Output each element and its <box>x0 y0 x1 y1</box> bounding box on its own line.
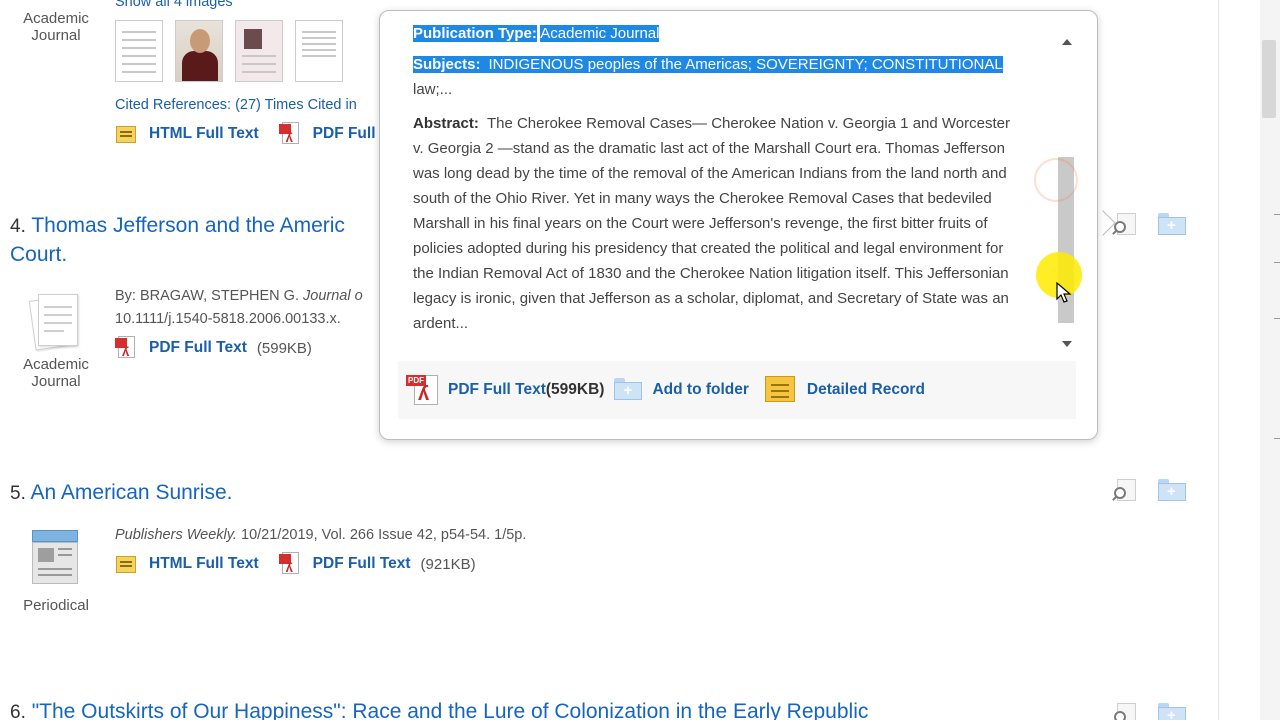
pdf-icon: ʎ <box>115 336 137 360</box>
thumbnail-image[interactable] <box>175 20 223 82</box>
detailed-record-link[interactable]: Detailed Record <box>807 381 925 399</box>
result-title-link[interactable]: Thomas Jefferson and the Americ <box>31 214 345 237</box>
page-scrollbar-thumb[interactable] <box>1262 40 1276 118</box>
preview-magnifier-icon[interactable] <box>1112 212 1138 236</box>
periodical-icon <box>30 530 84 590</box>
thumbnail-image[interactable] <box>115 20 163 82</box>
result3-links: HTML Full Text ʎ PDF Full <box>115 122 376 146</box>
result-source: Publishers Weekly. 10/21/2019, Vol. 266 … <box>115 527 527 543</box>
pdf-icon: PDF ʎ <box>406 373 442 407</box>
pdf-icon: ʎ <box>278 122 301 146</box>
popup-actions: PDF ʎ PDF Full Text (599KB) + Add to folde… <box>398 361 1076 419</box>
subjects-row: Subjects: INDIGENOUS peoples of the Ameri… <box>413 56 1003 98</box>
thumbnail-image[interactable] <box>295 20 343 82</box>
edge-mark <box>1274 214 1280 215</box>
result4-links: ʎ PDF Full Text (599KB) <box>115 336 312 360</box>
result-title[interactable]: 5. An American Sunrise. <box>10 479 232 508</box>
click-ripple <box>1034 158 1078 202</box>
edge-mark <box>1274 438 1280 439</box>
academic-journal-icon <box>28 292 82 351</box>
result-doi: 10.1111/j.1540-5818.2006.00133.x. <box>115 311 341 327</box>
preview-magnifier-icon[interactable] <box>1112 702 1138 720</box>
pdf-size: (599KB) <box>256 339 312 357</box>
result-title-link-cont[interactable]: Court. <box>10 243 67 266</box>
pdf-size: (921KB) <box>420 555 476 573</box>
result-title-link[interactable]: "The Outskirts of Our Happiness": Race a… <box>32 700 869 720</box>
result-title[interactable]: 4. Thomas Jefferson and the Americ Court… <box>10 212 345 269</box>
result5-links: HTML Full Text ʎ PDF Full Text (921KB) <box>115 552 476 576</box>
pdf-full-text-link[interactable]: PDF Full Text <box>448 381 546 399</box>
edge-mark <box>1274 318 1280 319</box>
result6-actions: + <box>1112 702 1186 720</box>
add-to-folder-link[interactable]: Add to folder <box>652 381 748 399</box>
pdf-icon: ʎ <box>278 552 301 576</box>
result-byline: By: BRAGAW, STEPHEN G. Journal o <box>115 288 363 304</box>
pub-type-label: Academic Journal <box>23 10 89 44</box>
content-divider <box>1218 0 1219 720</box>
preview-popup: Publication Type: Academic Journal Subje… <box>379 10 1098 440</box>
html-full-text-link[interactable]: HTML Full Text <box>149 555 259 573</box>
result4-actions: + <box>1112 212 1186 236</box>
preview-content: Publication Type: Academic Journal Subje… <box>413 25 1043 336</box>
image-thumbnails <box>115 20 343 82</box>
abstract-text: Abstract: The Cherokee Removal Cases— Ch… <box>413 115 1010 332</box>
html-full-text-icon <box>115 123 137 145</box>
pdf-full-text-link[interactable]: PDF Full Text <box>149 339 247 357</box>
add-to-folder-icon[interactable]: + <box>1158 703 1186 720</box>
cited-references-link[interactable]: Cited References: (27) Times Cited in <box>115 94 357 117</box>
result-title[interactable]: 6. "The Outskirts of Our Happiness": Rac… <box>10 700 868 720</box>
html-full-text-link[interactable]: HTML Full Text <box>149 125 259 143</box>
scroll-down-arrow-icon[interactable] <box>1062 341 1072 347</box>
pdf-full-text-link[interactable]: PDF Full Text <box>313 555 411 573</box>
pub-type-label: Academic Journal <box>23 356 89 390</box>
edge-mark <box>1274 262 1280 263</box>
add-to-folder-icon[interactable]: + <box>1158 213 1186 235</box>
publication-type-row: Publication Type: Academic Journal <box>413 25 660 42</box>
html-full-text-icon <box>115 553 137 575</box>
detailed-record-icon <box>763 376 797 404</box>
pdf-full-text-link[interactable]: PDF Full <box>313 125 376 143</box>
add-to-folder-icon[interactable]: + <box>614 378 643 402</box>
mouse-cursor-icon <box>1056 282 1072 303</box>
scroll-up-arrow-icon[interactable] <box>1062 39 1072 45</box>
show-all-images-link[interactable]: Show all 4 images <box>115 0 233 10</box>
pub-type-label: Periodical <box>23 597 89 614</box>
add-to-folder-icon[interactable]: + <box>1158 479 1186 501</box>
result-title-link[interactable]: An American Sunrise. <box>31 481 233 504</box>
preview-magnifier-icon[interactable] <box>1112 478 1138 502</box>
thumbnail-image[interactable] <box>235 20 283 82</box>
pdf-size: (599KB) <box>545 381 605 398</box>
result5-actions: + <box>1112 478 1186 502</box>
